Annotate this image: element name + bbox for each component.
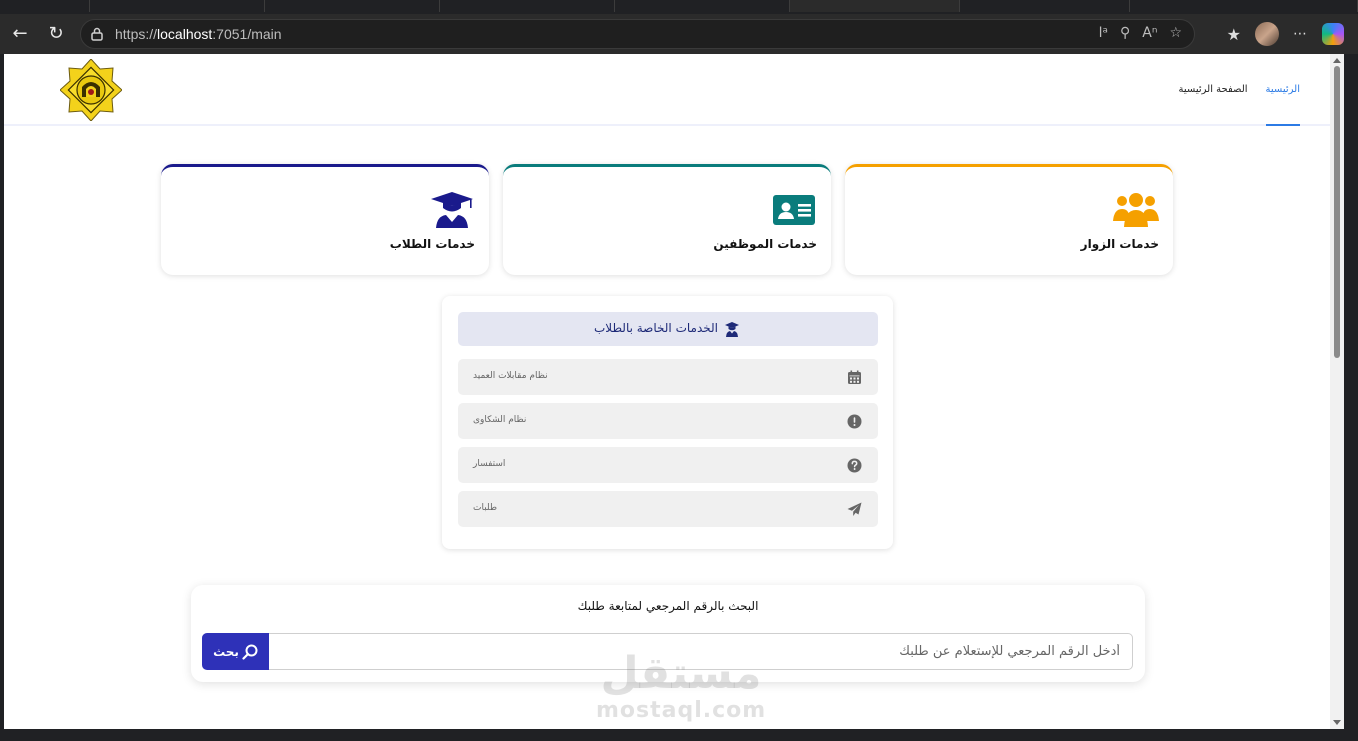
browser-tab[interactable]	[960, 0, 1130, 12]
browser-tab[interactable]	[0, 0, 90, 12]
card-visitor-services[interactable]: خدمات الزوار	[845, 164, 1173, 275]
profile-avatar[interactable]	[1255, 22, 1279, 46]
service-label: طلبات	[473, 503, 498, 513]
watermark: مستقل mostaql.com	[596, 649, 766, 723]
service-complaints[interactable]: نظام الشكاوى	[458, 403, 878, 439]
window-bottom-edge	[0, 729, 1344, 741]
service-inquiry[interactable]: استفسار	[458, 447, 878, 483]
browser-tab-active[interactable]	[790, 0, 960, 12]
graduate-icon	[725, 322, 739, 337]
url-text[interactable]: https://localhost:7051/main	[115, 26, 282, 42]
page-viewport: الرئيسية الصفحة الرئيسية خدمات الزوار خد…	[4, 54, 1330, 729]
browser-tab[interactable]	[615, 0, 790, 12]
page-scrollbar[interactable]	[1330, 54, 1344, 729]
main-nav: الرئيسية الصفحة الرئيسية	[1179, 54, 1300, 126]
browser-tab[interactable]	[1130, 0, 1358, 12]
users-icon	[1113, 193, 1159, 227]
browser-tab[interactable]	[265, 0, 440, 12]
graduate-icon	[431, 192, 473, 228]
lock-icon	[91, 27, 103, 41]
more-menu-icon[interactable]: ⋯	[1293, 26, 1308, 42]
nav-main-page[interactable]: الصفحة الرئيسية	[1179, 54, 1248, 126]
service-label: نظام مقابلات العميد	[473, 371, 548, 381]
copilot-icon[interactable]	[1322, 23, 1344, 45]
site-header: الرئيسية الصفحة الرئيسية	[4, 54, 1330, 126]
browser-toolbar: ← ↻ https://localhost:7051/main اᵃ ⚲ Aⁿ …	[0, 14, 1358, 54]
address-bar[interactable]: https://localhost:7051/main اᵃ ⚲ Aⁿ ☆	[80, 19, 1195, 49]
card-title: خدمات الموظفين	[713, 237, 817, 251]
toolbar-right: ★ ⋯	[1227, 22, 1344, 46]
service-label: نظام الشكاوى	[473, 415, 527, 425]
search-button-label: بحث	[213, 644, 239, 659]
panel-header: الخدمات الخاصة بالطلاب	[458, 312, 878, 346]
search-icon	[242, 644, 258, 660]
read-aloud-icon[interactable]: Aⁿ	[1142, 25, 1157, 41]
favorite-star-icon[interactable]: ☆	[1169, 25, 1182, 41]
service-label: استفسار	[473, 459, 506, 469]
service-requests[interactable]: طلبات	[458, 491, 878, 527]
translate-icon[interactable]: اᵃ	[1099, 25, 1108, 41]
card-student-services[interactable]: خدمات الطلاب	[161, 164, 489, 275]
scrollbar-thumb[interactable]	[1334, 66, 1340, 358]
service-dean-interviews[interactable]: نظام مقابلات العميد	[458, 359, 878, 395]
id-card-icon	[773, 195, 815, 225]
scroll-down-arrow-icon[interactable]	[1333, 720, 1341, 725]
search-title: البحث بالرقم المرجعي لمتابعة طلبك	[577, 599, 759, 613]
reload-icon[interactable]: ↻	[44, 22, 68, 46]
window-edge	[1344, 54, 1358, 741]
panel-heading: الخدمات الخاصة بالطلاب	[593, 321, 718, 335]
card-title: خدمات الزوار	[1080, 237, 1159, 251]
student-services-panel: الخدمات الخاصة بالطلاب نظام مقابلات العم…	[442, 296, 893, 549]
zoom-icon[interactable]: ⚲	[1120, 25, 1130, 41]
address-bar-actions: اᵃ ⚲ Aⁿ ☆	[1099, 25, 1182, 41]
card-title: خدمات الطلاب	[389, 237, 475, 251]
scroll-up-arrow-icon[interactable]	[1333, 58, 1341, 63]
tab-strip	[0, 0, 1358, 14]
search-button[interactable]: بحث	[202, 633, 269, 670]
watermark-latin: mostaql.com	[596, 698, 767, 723]
browser-tab[interactable]	[90, 0, 265, 12]
nav-home-active[interactable]: الرئيسية	[1265, 54, 1300, 126]
watermark-arabic: مستقل	[600, 648, 762, 699]
browser-tab[interactable]	[440, 0, 615, 12]
university-logo[interactable]	[60, 59, 122, 121]
favorites-icon[interactable]: ★	[1227, 25, 1241, 44]
card-employee-services[interactable]: خدمات الموظفين	[503, 164, 831, 275]
back-icon[interactable]: ←	[8, 22, 32, 46]
